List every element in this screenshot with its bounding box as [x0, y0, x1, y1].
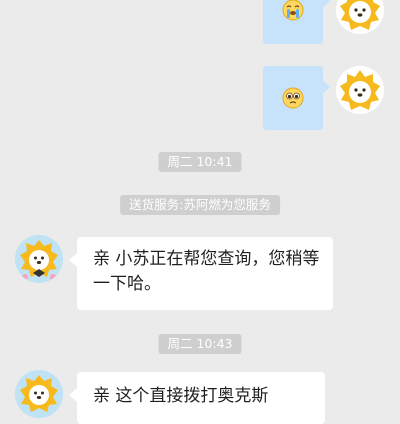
- incoming-message-bubble[interactable]: 亲 小苏正在帮您查询，您稍等 一下哈。: [69, 237, 333, 310]
- message-text-line: 亲 这个直接拨打奥克斯: [93, 386, 269, 406]
- message-text-line: 亲 小苏正在帮您查询，您稍等: [93, 249, 320, 269]
- lion-mascot-icon: [336, 0, 384, 34]
- pleading-face-emoji: [282, 87, 304, 109]
- crying-face-emoji: [282, 0, 304, 21]
- agent-avatar[interactable]: [15, 370, 63, 418]
- user-avatar[interactable]: [336, 66, 384, 114]
- outgoing-emoji-bubble[interactable]: [263, 0, 330, 44]
- incoming-message-bubble[interactable]: 亲 这个直接拨打奥克斯: [69, 372, 325, 424]
- lion-mascot-avatar-icon: [15, 235, 63, 283]
- system-notice: 送货服务:苏阿燃为您服务: [120, 195, 280, 215]
- timestamp-label: 周二 10:41: [158, 152, 242, 172]
- lion-mascot-icon: [336, 66, 384, 114]
- message-text-line: 一下哈。: [93, 274, 161, 294]
- agent-avatar[interactable]: [15, 235, 63, 283]
- chat-message-list[interactable]: 周二 10:41 送货服务:苏阿燃为您服务 亲 小苏正在帮您查询，您稍等 一下哈…: [0, 0, 400, 424]
- lion-mascot-avatar-icon: [15, 370, 63, 418]
- timestamp-label: 周二 10:43: [158, 334, 242, 354]
- outgoing-emoji-bubble[interactable]: [263, 66, 330, 130]
- user-avatar[interactable]: [336, 0, 384, 34]
